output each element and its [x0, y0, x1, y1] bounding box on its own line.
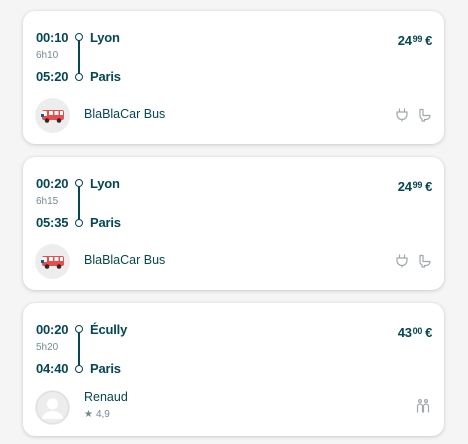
default-avatar-icon	[35, 390, 70, 425]
trip-duration: 5h20	[36, 342, 59, 353]
departure-time: 00:10	[36, 30, 69, 45]
max-two-in-back-icon	[415, 398, 431, 414]
driver-rating: ★ 4,9	[84, 409, 110, 420]
arrival-city: Paris	[90, 69, 121, 84]
price-integer: 24	[397, 179, 412, 194]
trip-card[interactable]: 00:10 6h10 05:20 Lyon Paris 2499 € BlaBla…	[23, 11, 444, 144]
trip-price: 2499 €	[397, 179, 433, 194]
power-outlet-icon	[395, 108, 409, 122]
trip-card[interactable]: 00:20 5h20 04:40 Écully Paris 4300 € Rena…	[23, 303, 444, 436]
trip-price: 4300 €	[397, 325, 433, 340]
price-integer: 43	[397, 325, 412, 340]
arrival-time: 05:35	[36, 215, 69, 230]
price-decimals: 99	[412, 180, 423, 190]
price-integer: 24	[397, 33, 412, 48]
price-decimals: 99	[412, 34, 423, 44]
toilet-icon	[418, 254, 432, 268]
bus-icon	[35, 244, 70, 279]
route-timeline	[75, 33, 84, 81]
amenities	[395, 108, 432, 122]
amenities	[395, 254, 432, 268]
bus-icon	[35, 98, 70, 133]
price-decimals: 00	[412, 326, 423, 336]
star-icon: ★	[84, 409, 93, 420]
arrival-time: 04:40	[36, 361, 69, 376]
trip-card[interactable]: 00:20 6h15 05:35 Lyon Paris 2499 € BlaBla…	[23, 157, 444, 290]
route-timeline	[75, 325, 84, 373]
departure-city: Écully	[90, 322, 128, 337]
price-currency: €	[425, 179, 432, 194]
trip-price: 2499 €	[397, 33, 433, 48]
departure-city: Lyon	[90, 30, 120, 45]
amenities	[415, 398, 431, 414]
power-outlet-icon	[395, 254, 409, 268]
trip-duration: 6h15	[36, 196, 59, 207]
operator-name: BlaBlaCar Bus	[84, 253, 166, 267]
departure-time: 00:20	[36, 322, 69, 337]
arrival-city: Paris	[90, 361, 121, 376]
price-currency: €	[425, 325, 432, 340]
operator-name: BlaBlaCar Bus	[84, 107, 166, 121]
departure-time: 00:20	[36, 176, 69, 191]
rating-value: 4,9	[95, 409, 110, 420]
driver-name: Renaud	[84, 390, 128, 404]
arrival-city: Paris	[90, 215, 121, 230]
price-currency: €	[425, 33, 432, 48]
toilet-icon	[418, 108, 432, 122]
trip-duration: 6h10	[36, 50, 59, 61]
arrival-time: 05:20	[36, 69, 69, 84]
departure-city: Lyon	[90, 176, 120, 191]
route-timeline	[75, 179, 84, 227]
